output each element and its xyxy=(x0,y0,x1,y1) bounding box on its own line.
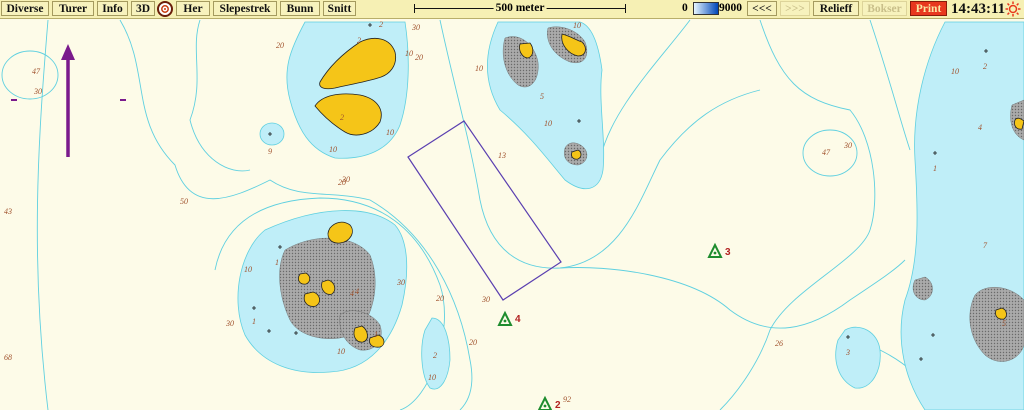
scale-label: 500 meter xyxy=(493,1,547,16)
depth-label: 3 xyxy=(845,348,850,357)
depth-label: 2 xyxy=(433,351,437,360)
depth-contours xyxy=(1,19,941,410)
depth-label: 10 xyxy=(405,49,413,58)
position-compass-icon[interactable] xyxy=(157,1,173,17)
depth-label: 1 xyxy=(252,317,256,326)
marker-3[interactable]: 3 xyxy=(707,242,731,258)
snitt-button[interactable]: Snitt xyxy=(323,1,356,16)
scale-bar: 500 meter xyxy=(414,1,626,16)
depth-label: 2 xyxy=(983,62,987,71)
depth-label: 5 xyxy=(1002,319,1006,328)
depth-color-bar[interactable] xyxy=(693,2,719,15)
bunn-button[interactable]: Bunn xyxy=(280,1,320,16)
depth-label: 47 xyxy=(822,148,831,157)
depth-label: 10 xyxy=(573,21,581,30)
depth-label: 1 xyxy=(374,330,378,339)
bokser-button[interactable]: Bokser xyxy=(862,1,907,16)
depth-label: 30 xyxy=(225,319,234,328)
depth-label: 30 xyxy=(33,87,42,96)
depth-label: 43 xyxy=(4,207,12,216)
3d-button[interactable]: 3D xyxy=(131,1,155,16)
depth-label: 20 xyxy=(469,338,477,347)
depth-label: 9 xyxy=(268,147,272,156)
turer-button[interactable]: Turer xyxy=(52,1,94,16)
depth-label: 2 xyxy=(357,36,361,45)
depth-label: 10 xyxy=(244,265,252,274)
depth-label: 4 xyxy=(978,123,982,132)
depth-min-label: 0 xyxy=(682,2,688,14)
marker-4[interactable]: 4 xyxy=(497,310,521,326)
depth-max-label: 9000 xyxy=(719,2,742,14)
depth-label: 26 xyxy=(775,339,783,348)
slepestrek-button[interactable]: Slepestrek xyxy=(213,1,277,16)
depth-label: 10 xyxy=(544,119,552,128)
depth-label: 20 xyxy=(276,41,284,50)
marker-label: 2 xyxy=(555,400,561,410)
forward-button[interactable]: >>> xyxy=(780,1,810,16)
depth-label: 2 xyxy=(340,113,344,122)
depth-label: 5 xyxy=(540,92,544,101)
depth-label: 30 xyxy=(843,141,852,150)
depth-label: 30 xyxy=(481,295,490,304)
depth-label: 30 xyxy=(396,278,405,287)
depth-label: 1 xyxy=(275,258,279,267)
depth-label: 30 xyxy=(411,23,420,32)
north-arrow-icon xyxy=(11,44,126,157)
depth-label: 4 xyxy=(350,289,354,298)
depth-label: 20 xyxy=(415,53,423,62)
depth-label: 10 xyxy=(428,373,436,382)
back-button[interactable]: <<< xyxy=(747,1,777,16)
depth-label: 2 xyxy=(379,20,383,29)
relieff-button[interactable]: Relieff xyxy=(813,1,859,16)
info-button[interactable]: Info xyxy=(97,1,128,16)
marker-2[interactable]: 2 92 xyxy=(537,395,571,410)
depth-label: 10 xyxy=(386,128,394,137)
depth-label: 4 xyxy=(355,287,359,296)
depth-label: 10 xyxy=(337,347,345,356)
depth-label: 47 xyxy=(32,67,41,76)
depth-label: 10 xyxy=(475,64,483,73)
nautical-chart[interactable]: 20 2 2 30 10 20 2 47 10 30 10 9 5 10 13 … xyxy=(0,19,1024,410)
diverse-button[interactable]: Diverse xyxy=(1,1,49,16)
toolbar: Diverse Turer Info 3D Her Slepestrek Bun… xyxy=(0,0,1024,19)
depth-label: 20 xyxy=(436,294,444,303)
marker-label: 3 xyxy=(725,247,731,258)
depth-label: 20 xyxy=(338,178,346,187)
depth-label: 10 xyxy=(329,145,337,154)
depth-label: 1 xyxy=(933,164,937,173)
depth-label: 10 xyxy=(951,67,959,76)
depth-label: 68 xyxy=(4,353,12,362)
clock: 14:43:11 xyxy=(951,1,1006,17)
depth-label: 50 xyxy=(180,197,188,206)
depth-label: 13 xyxy=(498,151,506,160)
print-button[interactable]: Print xyxy=(910,1,947,16)
depth-label: 92 xyxy=(563,395,571,404)
marker-label: 4 xyxy=(515,314,521,325)
her-button[interactable]: Her xyxy=(176,1,210,16)
